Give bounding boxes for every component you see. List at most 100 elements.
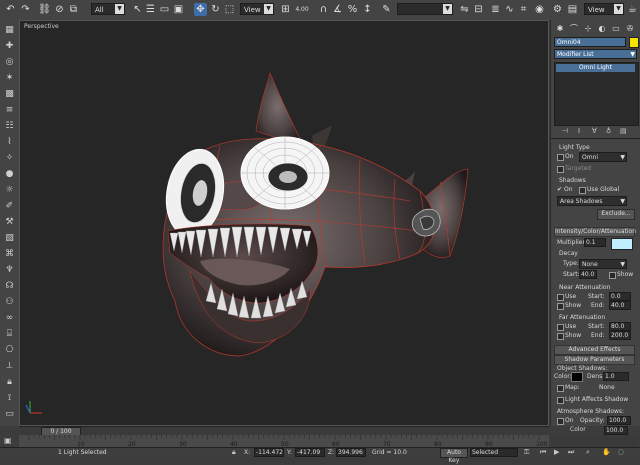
quick-render-icon[interactable]: ☕ bbox=[626, 3, 639, 16]
far-end-spinner[interactable]: 200.0 bbox=[609, 331, 631, 340]
window-crossing-icon[interactable]: ▣ bbox=[172, 3, 185, 16]
modifier-list-dropdown[interactable]: Modifier List ▼ bbox=[554, 49, 637, 59]
spiral-icon[interactable]: ◎ bbox=[3, 56, 16, 68]
named-selection-icon[interactable]: ✎ bbox=[380, 3, 393, 16]
align-icon[interactable]: ⊟ bbox=[472, 3, 485, 16]
mirror-icon[interactable]: ⇋ bbox=[458, 3, 471, 16]
bind-space-warp-icon[interactable]: ⧉ bbox=[67, 3, 80, 16]
auto-key-button[interactable]: Auto Key bbox=[440, 448, 468, 464]
targeted-checkbox[interactable] bbox=[557, 166, 564, 173]
configure-sets-icon[interactable]: ▤ bbox=[620, 127, 627, 135]
material-editor-icon[interactable]: ◉ bbox=[533, 3, 546, 16]
skin-icon[interactable]: ☊ bbox=[3, 280, 16, 292]
snap-toggle-icon[interactable]: ∩ bbox=[317, 3, 330, 16]
dens-spinner[interactable]: 1.0 bbox=[603, 372, 629, 381]
curve-editor-icon[interactable]: ∿ bbox=[503, 3, 516, 16]
shadow-type-dropdown[interactable]: Area Shadows ▼ bbox=[557, 196, 627, 206]
utilities-tab-icon[interactable]: ✇ bbox=[624, 23, 636, 35]
sun-icon[interactable]: ☼ bbox=[3, 184, 16, 196]
morph-icon[interactable]: ⚇ bbox=[3, 296, 16, 308]
named-selection-dropdown[interactable]: ▼ bbox=[397, 3, 453, 15]
wrench-icon[interactable]: ✚ bbox=[3, 40, 16, 52]
rect-selection-icon[interactable]: ▭ bbox=[158, 3, 171, 16]
decay-start-spinner[interactable]: 40.0 bbox=[579, 270, 597, 279]
near-end-spinner[interactable]: 40.0 bbox=[609, 301, 631, 310]
track-bar[interactable]: 10 20 30 40 50 60 70 80 90 100 bbox=[19, 435, 549, 447]
spinner-snap-icon[interactable]: ↕ bbox=[361, 3, 374, 16]
angle-snap-icon[interactable]: ∡ bbox=[331, 3, 344, 16]
atm-color-spinner[interactable]: 100.0 bbox=[604, 426, 628, 435]
far-start-spinner[interactable]: 80.0 bbox=[609, 322, 631, 331]
modify-tab-icon[interactable]: ⌒ bbox=[568, 23, 580, 35]
stack-icon[interactable]: ≡ bbox=[3, 104, 16, 116]
sphere-icon[interactable]: ● bbox=[3, 168, 16, 180]
remove-modifier-icon[interactable]: ♁ bbox=[606, 127, 611, 135]
deform-icon[interactable]: ⌇ bbox=[3, 136, 16, 148]
layer-manager-icon[interactable]: ≣ bbox=[489, 3, 502, 16]
grid-icon[interactable]: ⌸ bbox=[3, 328, 16, 340]
mini-curve-icon[interactable]: ▣ bbox=[4, 436, 16, 446]
shadow-color-swatch[interactable] bbox=[571, 372, 583, 382]
create-selection-icon[interactable]: ▦ bbox=[3, 24, 16, 36]
display-tab-icon[interactable]: ▭ bbox=[610, 23, 622, 35]
schematic-view-icon[interactable]: ⌗ bbox=[517, 3, 530, 16]
hair-icon[interactable]: ⌘ bbox=[3, 248, 16, 260]
create-tab-icon[interactable]: ✱ bbox=[554, 23, 566, 35]
hierarchy-tab-icon[interactable]: ⊹ bbox=[582, 23, 594, 35]
ref-coord-dropdown[interactable]: View ▼ bbox=[240, 3, 274, 15]
modifier-stack[interactable]: Omni Light bbox=[554, 62, 639, 126]
far-use-checkbox[interactable] bbox=[557, 324, 564, 331]
mini-listener-icon[interactable]: ▭ bbox=[3, 408, 16, 420]
opacity-spinner[interactable]: 100.0 bbox=[607, 416, 631, 425]
bone-icon[interactable]: ♆ bbox=[3, 264, 16, 276]
render-frame-icon[interactable]: ▤ bbox=[566, 3, 579, 16]
orbit-icon[interactable]: ◌ bbox=[618, 448, 624, 456]
advanced-effects-rollout[interactable]: Advanced Effects bbox=[554, 345, 635, 355]
multiplier-spinner[interactable]: 0.1 bbox=[584, 238, 606, 247]
near-start-spinner[interactable]: 0.0 bbox=[609, 292, 631, 301]
make-unique-icon[interactable]: ∀ bbox=[592, 127, 597, 135]
unlink-icon[interactable]: ⊘ bbox=[53, 3, 66, 16]
use-global-checkbox[interactable] bbox=[579, 187, 586, 194]
lock-icon[interactable]: 🔒︎ bbox=[3, 376, 16, 388]
map-checkbox[interactable] bbox=[557, 385, 564, 392]
cloth-icon[interactable]: ▧ bbox=[3, 232, 16, 244]
pan-icon[interactable]: ✋ bbox=[602, 448, 611, 456]
chain-icon[interactable]: ∞ bbox=[3, 312, 16, 324]
stack-item-omni-light[interactable]: Omni Light bbox=[556, 64, 635, 72]
shadow-parameters-rollout[interactable]: Shadow Parameters bbox=[554, 355, 635, 365]
object-name-field[interactable]: Omni04 bbox=[554, 37, 626, 47]
tool-icon[interactable]: ✧ bbox=[3, 152, 16, 164]
light-color-swatch[interactable] bbox=[611, 238, 633, 250]
map-button[interactable]: None bbox=[599, 384, 615, 391]
far-show-checkbox[interactable] bbox=[557, 333, 564, 340]
perspective-viewport[interactable]: Perspective bbox=[19, 20, 549, 426]
undo-icon[interactable]: ↶ bbox=[4, 3, 17, 16]
atmosphere-on-checkbox[interactable] bbox=[557, 418, 564, 425]
select-object-icon[interactable]: ↖ bbox=[131, 3, 144, 16]
redo-icon[interactable]: ↷ bbox=[19, 3, 32, 16]
pivot-center-icon[interactable]: ⊞ bbox=[279, 3, 292, 16]
object-color-swatch[interactable] bbox=[629, 37, 639, 48]
near-show-checkbox[interactable] bbox=[557, 303, 564, 310]
play-icon[interactable]: ▶ bbox=[554, 448, 559, 456]
exclude-button[interactable]: Exclude... bbox=[597, 209, 635, 220]
light-type-dropdown[interactable]: Omni ▼ bbox=[579, 152, 627, 162]
near-use-checkbox[interactable] bbox=[557, 294, 564, 301]
pin-stack-icon[interactable]: ⊣ bbox=[562, 127, 568, 135]
light-affects-shadow-checkbox[interactable] bbox=[557, 397, 564, 404]
mirror-tool-icon[interactable]: ⟂ bbox=[3, 360, 16, 372]
box-icon[interactable]: ▩ bbox=[3, 88, 16, 100]
shark-model-mesh[interactable] bbox=[20, 21, 549, 426]
percent-snap-icon[interactable]: % bbox=[346, 3, 359, 16]
decay-show-checkbox[interactable] bbox=[609, 272, 616, 279]
render-setup-icon[interactable]: ⚙ bbox=[551, 3, 564, 16]
sculpt-icon[interactable]: ⚒ bbox=[3, 216, 16, 228]
selection-filter-dropdown[interactable]: All ▼ bbox=[91, 3, 125, 15]
move-icon[interactable]: ✥ bbox=[194, 3, 207, 16]
layers-icon[interactable]: ☷ bbox=[3, 120, 16, 132]
decay-type-dropdown[interactable]: None ▼ bbox=[579, 259, 627, 269]
light-on-checkbox[interactable] bbox=[557, 154, 564, 161]
shadows-on-checkbox[interactable]: ✔ bbox=[557, 186, 562, 193]
brush-icon[interactable]: ✐ bbox=[3, 200, 16, 212]
